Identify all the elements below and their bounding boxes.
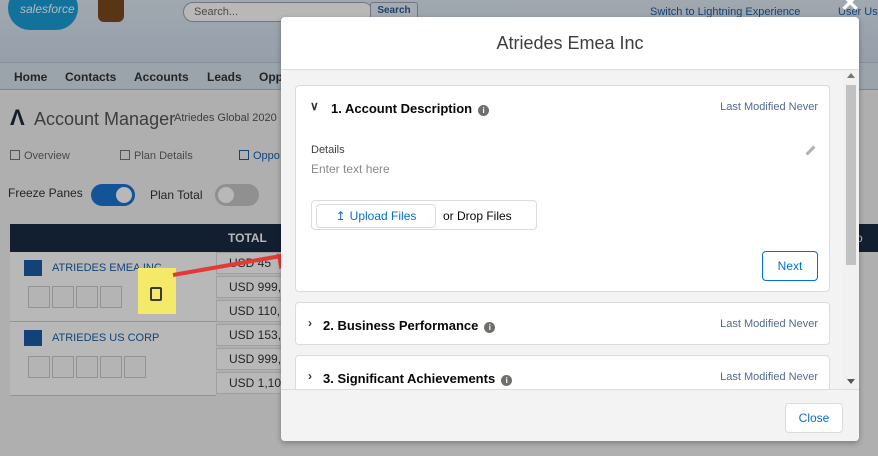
drop-files-text: or Drop Files	[443, 209, 512, 223]
modal-body: ∨ 1. Account Description i Last Modified …	[281, 70, 859, 389]
section-business-performance: › 2. Business Performance i Last Modified…	[295, 302, 830, 345]
upload-icon: ↥	[335, 209, 346, 223]
scroll-down-arrow-icon[interactable]	[847, 379, 855, 384]
modal-title: Atriedes Emea Inc	[281, 17, 859, 70]
section-title: 3. Significant Achievements i	[323, 371, 513, 386]
section-title: 1. Account Description i	[331, 101, 490, 116]
file-drop-zone[interactable]: ↥ Upload Files or Drop Files	[311, 200, 537, 230]
info-icon[interactable]: i	[501, 375, 513, 386]
section-title: 2. Business Performance i	[323, 318, 496, 333]
last-modified: Last Modified Never	[720, 318, 818, 330]
account-modal: Atriedes Emea Inc ∨ 1. Account Descripti…	[281, 17, 859, 441]
chevron-right-icon[interactable]: ›	[308, 316, 312, 330]
section-account-description: ∨ 1. Account Description i Last Modified …	[295, 85, 830, 292]
last-modified: Last Modified Never	[720, 371, 818, 383]
section-header[interactable]: › 3. Significant Achievements i Last Modi…	[296, 356, 829, 389]
details-label: Details	[311, 144, 345, 156]
section-significant-achievements: › 3. Significant Achievements i Last Modi…	[295, 355, 830, 389]
last-modified: Last Modified Never	[720, 101, 818, 113]
chevron-down-icon[interactable]: ∨	[310, 99, 319, 113]
section-header[interactable]: ∨ 1. Account Description i Last Modified …	[296, 86, 829, 128]
scroll-up-arrow-icon[interactable]	[847, 73, 855, 78]
close-icon[interactable]: ✕	[840, 0, 860, 16]
chevron-right-icon[interactable]: ›	[308, 369, 312, 383]
info-icon[interactable]: i	[478, 105, 490, 116]
modal-footer: Close	[281, 389, 859, 441]
details-field[interactable]: Enter text here	[311, 162, 390, 176]
upload-files-button[interactable]: ↥ Upload Files	[316, 204, 436, 228]
scroll-thumb[interactable]	[846, 85, 856, 265]
modal-scrollbar[interactable]	[843, 70, 859, 389]
close-button[interactable]: Close	[785, 403, 843, 433]
section-header[interactable]: › 2. Business Performance i Last Modified…	[296, 303, 829, 345]
plan-clipboard-icon[interactable]	[150, 287, 162, 301]
pencil-icon[interactable]	[805, 145, 816, 156]
next-button[interactable]: Next	[762, 251, 818, 281]
info-icon[interactable]: i	[484, 322, 496, 333]
